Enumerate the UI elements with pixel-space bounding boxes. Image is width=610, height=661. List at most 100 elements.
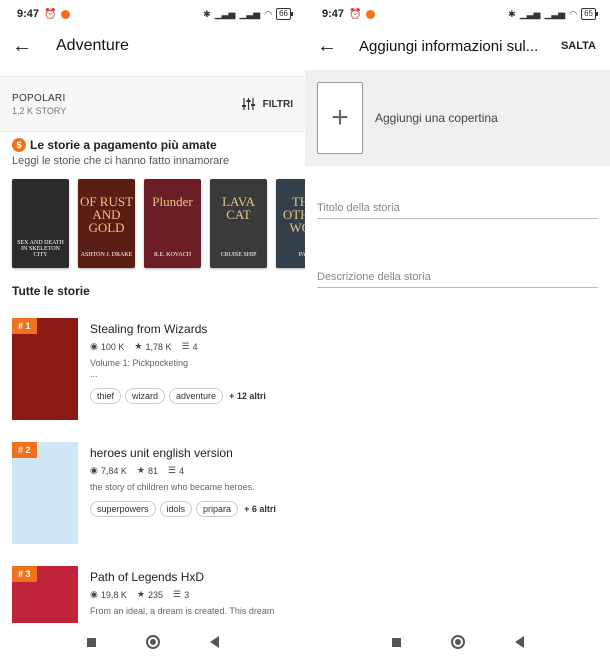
skip-button[interactable]: SALTA	[561, 40, 596, 52]
sort-info[interactable]: POPOLARI 1,2 K STORY	[12, 93, 66, 116]
add-cover-area[interactable]: + Aggiungi una copertina	[305, 70, 610, 166]
back-nav-icon[interactable]	[209, 636, 219, 648]
story-stats: ◉ 100 K ★ 1,78 K ☰ 4	[90, 341, 305, 352]
system-nav-bar	[0, 623, 305, 661]
recent-apps-icon[interactable]	[391, 637, 401, 647]
page-title: Adventure	[56, 37, 129, 54]
vote-count: 235	[147, 589, 163, 600]
home-icon[interactable]	[450, 635, 465, 649]
more-tags[interactable]: + 6 altri	[244, 504, 276, 514]
alarm-icon: ⏰	[44, 8, 57, 20]
system-nav-bar	[305, 623, 610, 661]
eye-icon: ◉	[90, 589, 98, 599]
story-description: the story of children who became heroes.	[90, 482, 255, 492]
cover-text: R.E. KOVACH	[153, 252, 192, 258]
status-bar: 9:47 ⏰ ✱ ▁▃▅ ▁▃▅ ◠ 65	[305, 0, 610, 28]
add-cover-label: Aggiungi una copertina	[375, 111, 498, 125]
tag-chip[interactable]: wizard	[125, 388, 166, 404]
notification-icon	[366, 9, 376, 19]
list-icon: ☰	[167, 465, 177, 475]
sliders-icon	[241, 98, 255, 110]
cover-title: THE OTHER WOR	[282, 194, 305, 235]
story-title[interactable]: heroes unit english version	[90, 446, 305, 460]
signal-icon: ▁▃▅	[519, 8, 541, 19]
story-row[interactable]: # 2 heroes unit english version ◉ 7,84 K …	[0, 430, 305, 554]
bluetooth-icon: ✱	[508, 8, 516, 19]
story-title[interactable]: Path of Legends HxD	[90, 570, 305, 584]
tag-chip[interactable]: thief	[90, 388, 122, 404]
list-icon: ☰	[173, 589, 182, 599]
back-nav-icon[interactable]	[514, 636, 524, 648]
story-info: Stealing from Wizards ◉ 100 K ★ 1,78 K ☰ 4 …	[90, 318, 305, 420]
tag-list: superpowers idols pripara + 6 altri	[90, 501, 305, 517]
vote-count: 81	[147, 465, 158, 476]
story-title-field[interactable]: Titolo della storia	[317, 202, 598, 219]
book-cover[interactable]: LAVA CAT CRUISE SHIP	[210, 179, 267, 268]
signal-icon: ▁▃▅	[214, 8, 236, 19]
list-icon: ☰	[181, 341, 190, 351]
more-tags[interactable]: + 12 altri	[229, 391, 266, 401]
story-stats: ◉ 7,84 K ★ 81 ☰ 4	[90, 465, 305, 476]
filter-label: FILTRI	[262, 98, 293, 110]
story-stats: ◉ 19,8 K ★ 235 ☰ 3	[90, 589, 305, 600]
book-cover[interactable]: OF RUST AND GOLD ASHTON J. DRAKE	[78, 179, 135, 268]
rank-badge: # 2	[12, 442, 37, 458]
cover-text: PAU	[298, 252, 305, 258]
story-info: heroes unit english version ◉ 7,84 K ★ 81 …	[90, 442, 305, 544]
recent-apps-icon[interactable]	[86, 637, 96, 647]
notification-icon	[61, 9, 71, 19]
add-story-info-screen: 9:47 ⏰ ✱ ▁▃▅ ▁▃▅ ◠ 65 ← Aggiungi informa…	[305, 0, 610, 661]
app-bar: ← Aggiungi informazioni sul... SALTA	[305, 28, 610, 64]
story-row[interactable]: # 1 Stealing from Wizards ◉ 100 K ★ 1,78 K…	[0, 306, 305, 430]
coin-icon: $	[12, 138, 26, 152]
app-bar: ← Adventure	[0, 28, 305, 64]
battery-icon: 66	[276, 8, 293, 20]
paid-covers-row: SEX AND DEATH IN SKELETON CITY OF RUST AN…	[0, 167, 305, 268]
story-list: # 1 Stealing from Wizards ◉ 100 K ★ 1,78 K…	[0, 306, 305, 661]
star-icon: ★	[136, 465, 145, 475]
rank-badge: # 1	[12, 318, 37, 334]
star-icon: ★	[136, 589, 145, 599]
read-count: 7,84 K	[100, 465, 127, 476]
story-cover[interactable]: # 2	[12, 442, 78, 544]
sort-label: POPOLARI	[12, 92, 66, 104]
home-icon[interactable]	[145, 635, 160, 649]
section-title: Tutte le storie	[12, 284, 90, 298]
tag-chip[interactable]: superpowers	[90, 501, 156, 517]
tag-list: thief wizard adventure + 12 altri	[90, 388, 305, 404]
read-count: 19,8 K	[100, 589, 127, 600]
cover-text: ASHTON J. DRAKE	[80, 252, 133, 258]
star-icon: ★	[134, 341, 143, 351]
book-cover[interactable]: THE OTHER WOR PAU	[276, 179, 305, 268]
back-arrow-icon[interactable]: ←	[317, 35, 345, 58]
clock: 9:47	[17, 8, 40, 20]
story-cover[interactable]: # 1	[12, 318, 78, 420]
part-count: 4	[192, 341, 198, 352]
story-list-screen: 9:47 ⏰ ✱ ▁▃▅ ▁▃▅ ◠ 66 ← Adventure POPOLA…	[0, 0, 305, 661]
story-count: 1,2 K STORY	[12, 105, 67, 116]
tag-chip[interactable]: idols	[159, 501, 193, 517]
part-count: 4	[179, 465, 185, 476]
part-count: 3	[184, 589, 190, 600]
back-arrow-icon[interactable]: ←	[12, 35, 40, 58]
paid-stories-section: $ Le storie a pagamento più amate Leggi …	[0, 132, 305, 167]
vote-count: 1,78 K	[145, 341, 172, 352]
cover-text: CRUISE SHIP	[220, 252, 257, 258]
filter-button[interactable]: FILTRI	[241, 98, 293, 110]
book-cover[interactable]: Plunder R.E. KOVACH	[144, 179, 201, 268]
wifi-icon: ◠	[264, 8, 273, 19]
cover-title: LAVA CAT	[222, 194, 255, 222]
page-title: Aggiungi informazioni sul...	[359, 37, 539, 55]
story-description: Volume 1: Pickpocketing	[90, 358, 189, 368]
paid-subtitle: Leggi le storie che ci hanno fatto innam…	[12, 155, 230, 167]
plus-icon[interactable]: +	[317, 82, 363, 154]
book-cover[interactable]: SEX AND DEATH IN SKELETON CITY	[12, 179, 69, 268]
story-description-field[interactable]: Descrizione della storia	[317, 271, 598, 288]
story-title[interactable]: Stealing from Wizards	[90, 322, 305, 336]
status-bar: 9:47 ⏰ ✱ ▁▃▅ ▁▃▅ ◠ 66	[0, 0, 305, 28]
read-count: 100 K	[100, 341, 125, 352]
story-description-more: ...	[90, 369, 98, 379]
tag-chip[interactable]: pripara	[196, 501, 239, 517]
tag-chip[interactable]: adventure	[169, 388, 224, 404]
battery-icon: 65	[581, 8, 598, 20]
